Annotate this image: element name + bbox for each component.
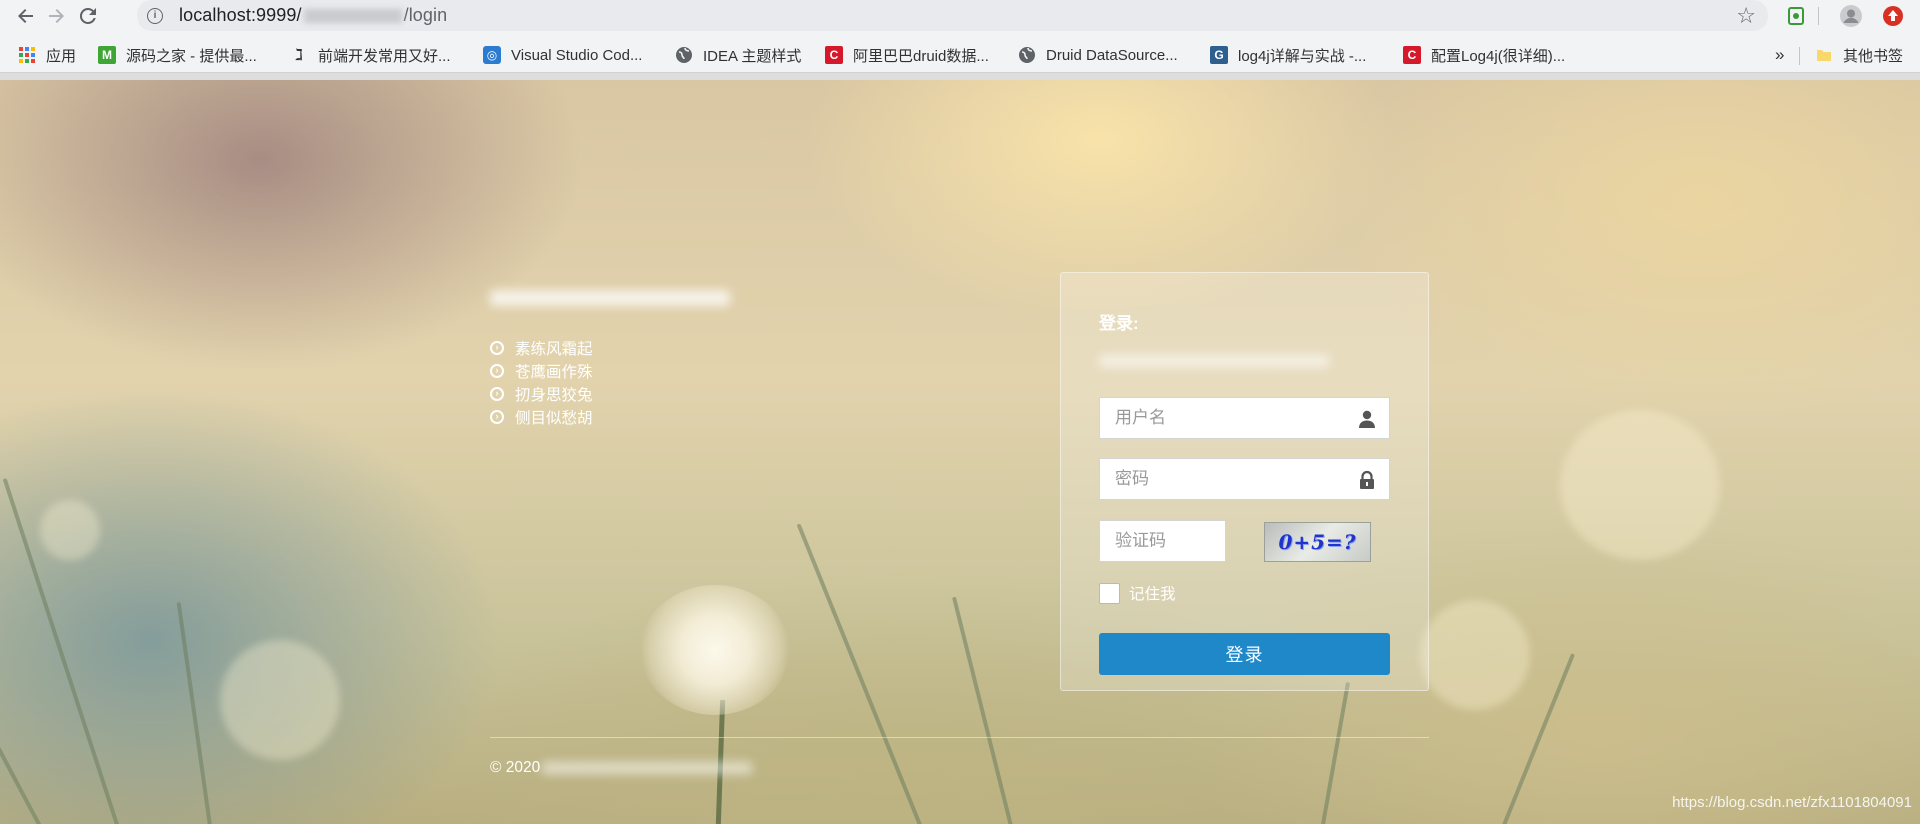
other-bookmarks-folder[interactable]: 其他书签 — [1815, 44, 1903, 66]
remember-label: 记住我 — [1129, 586, 1176, 603]
update-icon[interactable] — [1882, 5, 1904, 27]
bookmark-label: 其他书签 — [1843, 47, 1904, 65]
login-title: 登录: — [1099, 314, 1139, 333]
feature-item: › 扨身思狡兔 — [490, 382, 593, 405]
bookmark-label: IDEA 主题样式 — [703, 47, 802, 65]
login-card: 登录: 0+5=? 记住我 登录 — [1060, 272, 1429, 691]
more-bookmarks-button[interactable]: » — [1775, 44, 1784, 66]
captcha-field[interactable] — [1099, 520, 1226, 562]
apps-grid-icon — [18, 46, 36, 64]
dandelion-decoration — [640, 585, 790, 715]
bookmark-yuanma[interactable]: M 源码之家 - 提供最... — [98, 44, 257, 66]
arrow-circle-icon: › — [490, 363, 504, 378]
a-logo-icon: ℷ — [295, 47, 303, 64]
globe-icon — [675, 46, 693, 64]
captcha-input[interactable] — [1100, 521, 1225, 561]
username-field[interactable] — [1099, 397, 1390, 439]
bookmark-label: 配置Log4j(很详细)... — [1431, 47, 1566, 65]
feature-list: › 素练风霜起 › 苍鹰画作殊 › 扨身思狡兔 › 侧目似愁胡 — [490, 336, 593, 428]
extension-icon[interactable] — [1785, 5, 1807, 27]
remember-me[interactable]: 记住我 — [1099, 582, 1176, 604]
forward-icon[interactable] — [44, 4, 68, 28]
bookmark-star-icon[interactable]: ☆ — [1736, 3, 1756, 29]
feature-item: › 苍鹰画作殊 — [490, 359, 593, 382]
footer-divider — [490, 737, 1429, 738]
reload-icon[interactable] — [76, 4, 100, 28]
login-button[interactable]: 登录 — [1099, 633, 1390, 675]
bookmark-label: 前端开发常用又好... — [318, 47, 451, 65]
password-input[interactable] — [1100, 459, 1389, 499]
cnblogs-icon: G — [1210, 46, 1228, 64]
url-text: localhost:9999//login — [179, 5, 448, 25]
bookmarks-bar: 应用 M 源码之家 - 提供最... ℷ 前端开发常用又好... ◎ Visua… — [0, 39, 1920, 73]
profile-avatar-icon[interactable] — [1840, 5, 1862, 27]
back-icon[interactable] — [14, 4, 38, 28]
arrow-circle-icon: › — [490, 409, 504, 424]
feature-item: › 素练风霜起 — [490, 336, 593, 359]
arrow-circle-icon: › — [490, 340, 504, 355]
remember-checkbox[interactable] — [1099, 582, 1120, 604]
address-bar[interactable]: i localhost:9999//login ☆ — [137, 0, 1768, 31]
password-field[interactable] — [1099, 458, 1390, 500]
bookmark-vscode[interactable]: ◎ Visual Studio Cod... — [483, 44, 642, 66]
browser-toolbar: i localhost:9999//login ☆ — [0, 0, 1920, 31]
csdn-icon: C — [825, 46, 843, 64]
user-icon — [1357, 409, 1377, 429]
bookmark-log4j-config[interactable]: C 配置Log4j(很详细)... — [1403, 44, 1565, 66]
m-logo-icon: M — [98, 46, 116, 64]
bookmark-log4j[interactable]: G log4j详解与实战 -... — [1210, 44, 1366, 66]
csdn-icon: C — [1403, 46, 1421, 64]
tagline-redacted — [490, 290, 730, 306]
lock-icon — [1357, 470, 1377, 490]
bookmark-label: Visual Studio Cod... — [511, 46, 643, 64]
info-icon[interactable]: i — [147, 7, 163, 24]
bookmark-druid-datasource[interactable]: Druid DataSource... — [1018, 44, 1178, 66]
bookmark-apps[interactable]: 应用 — [18, 44, 76, 66]
feature-item: › 侧目似愁胡 — [490, 405, 593, 428]
watermark: https://blog.csdn.net/zfx1101804091 — [1672, 794, 1912, 811]
username-input[interactable] — [1100, 398, 1389, 438]
bookmark-druid-ali[interactable]: C 阿里巴巴druid数据... — [825, 44, 989, 66]
bookmark-label: Druid DataSource... — [1046, 46, 1178, 64]
login-subtitle-redacted — [1099, 355, 1329, 367]
bookmark-label: log4j详解与实战 -... — [1238, 47, 1367, 65]
bookmark-label: 应用 — [46, 47, 77, 65]
globe-icon — [1018, 46, 1036, 64]
bookmark-frontend[interactable]: ℷ 前端开发常用又好... — [290, 44, 451, 66]
bookmark-label: 源码之家 - 提供最... — [126, 47, 257, 65]
folder-icon — [1815, 46, 1833, 64]
bookmark-idea[interactable]: IDEA 主题样式 — [675, 44, 801, 66]
arrow-circle-icon: › — [490, 386, 504, 401]
copyright: © 2020 — [490, 759, 753, 777]
login-page: ›素练风霜起 ›苍鹰画作殊 ›扨身思狡兔 ›侧目似愁胡 登录: 0+5=? 记住… — [0, 80, 1920, 824]
captcha-image[interactable]: 0+5=? — [1264, 522, 1371, 562]
bookmark-label: 阿里巴巴druid数据... — [853, 47, 989, 65]
vscode-icon: ◎ — [483, 46, 501, 64]
